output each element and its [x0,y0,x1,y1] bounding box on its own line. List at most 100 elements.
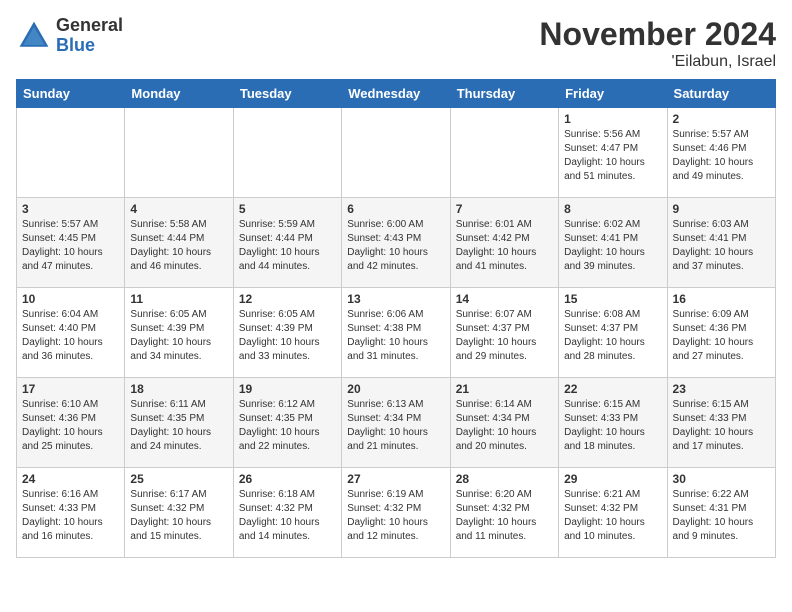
day-number: 20 [347,382,444,396]
calendar-cell: 23 Sunrise: 6:15 AM Sunset: 4:33 PM Dayli… [667,378,775,468]
calendar-cell: 12 Sunrise: 6:05 AM Sunset: 4:39 PM Dayli… [233,288,341,378]
day-number: 21 [456,382,553,396]
day-info: Sunrise: 6:09 AM Sunset: 4:36 PM Dayligh… [673,308,770,364]
day-info: Sunrise: 5:58 AM Sunset: 4:44 PM Dayligh… [130,218,227,274]
day-info: Sunrise: 6:08 AM Sunset: 4:37 PM Dayligh… [564,308,661,364]
day-number: 25 [130,472,227,486]
weekday-header-friday: Friday [559,80,667,108]
calendar-cell: 24 Sunrise: 6:16 AM Sunset: 4:33 PM Dayli… [17,468,125,558]
header: General Blue November 2024 'Eilabun, Isr… [16,16,776,71]
day-number: 2 [673,112,770,126]
weekday-header-sunday: Sunday [17,80,125,108]
day-info: Sunrise: 6:02 AM Sunset: 4:41 PM Dayligh… [564,218,661,274]
day-number: 29 [564,472,661,486]
day-info: Sunrise: 6:05 AM Sunset: 4:39 PM Dayligh… [239,308,336,364]
day-number: 18 [130,382,227,396]
day-info: Sunrise: 6:05 AM Sunset: 4:39 PM Dayligh… [130,308,227,364]
calendar-cell: 2 Sunrise: 5:57 AM Sunset: 4:46 PM Daylig… [667,108,775,198]
calendar-cell: 14 Sunrise: 6:07 AM Sunset: 4:37 PM Dayli… [450,288,558,378]
weekday-header-wednesday: Wednesday [342,80,450,108]
day-number: 12 [239,292,336,306]
calendar-cell: 6 Sunrise: 6:00 AM Sunset: 4:43 PM Daylig… [342,198,450,288]
day-number: 4 [130,202,227,216]
day-info: Sunrise: 6:07 AM Sunset: 4:37 PM Dayligh… [456,308,553,364]
day-number: 5 [239,202,336,216]
calendar-cell: 11Sunrise: 6:05 AM Sunset: 4:39 PM Dayli… [125,288,233,378]
title-area: November 2024 'Eilabun, Israel [539,16,776,71]
week-row-2: 3Sunrise: 5:57 AM Sunset: 4:45 PM Daylig… [17,198,776,288]
weekday-header-row: SundayMondayTuesdayWednesdayThursdayFrid… [17,80,776,108]
day-info: Sunrise: 6:16 AM Sunset: 4:33 PM Dayligh… [22,488,119,544]
day-info: Sunrise: 6:13 AM Sunset: 4:34 PM Dayligh… [347,398,444,454]
day-info: Sunrise: 6:19 AM Sunset: 4:32 PM Dayligh… [347,488,444,544]
day-info: Sunrise: 6:20 AM Sunset: 4:32 PM Dayligh… [456,488,553,544]
week-row-1: 1Sunrise: 5:56 AM Sunset: 4:47 PM Daylig… [17,108,776,198]
calendar-cell: 25 Sunrise: 6:17 AM Sunset: 4:32 PM Dayli… [125,468,233,558]
day-number: 10 [22,292,119,306]
day-number: 15 [564,292,661,306]
day-number: 16 [673,292,770,306]
calendar-cell: 3Sunrise: 5:57 AM Sunset: 4:45 PM Daylig… [17,198,125,288]
day-number: 9 [673,202,770,216]
day-info: Sunrise: 6:18 AM Sunset: 4:32 PM Dayligh… [239,488,336,544]
day-number: 6 [347,202,444,216]
day-number: 23 [673,382,770,396]
day-info: Sunrise: 6:06 AM Sunset: 4:38 PM Dayligh… [347,308,444,364]
calendar-cell: 22 Sunrise: 6:15 AM Sunset: 4:33 PM Dayli… [559,378,667,468]
calendar-cell: 1Sunrise: 5:56 AM Sunset: 4:47 PM Daylig… [559,108,667,198]
day-number: 24 [22,472,119,486]
calendar-cell: 17Sunrise: 6:10 AM Sunset: 4:36 PM Dayli… [17,378,125,468]
calendar-cell: 20 Sunrise: 6:13 AM Sunset: 4:34 PM Dayli… [342,378,450,468]
calendar-cell: 5 Sunrise: 5:59 AM Sunset: 4:44 PM Daylig… [233,198,341,288]
calendar-cell: 30Sunrise: 6:22 AM Sunset: 4:31 PM Dayli… [667,468,775,558]
day-info: Sunrise: 6:01 AM Sunset: 4:42 PM Dayligh… [456,218,553,274]
day-info: Sunrise: 6:11 AM Sunset: 4:35 PM Dayligh… [130,398,227,454]
calendar-cell: 27 Sunrise: 6:19 AM Sunset: 4:32 PM Dayli… [342,468,450,558]
weekday-header-saturday: Saturday [667,80,775,108]
calendar-cell: 4 Sunrise: 5:58 AM Sunset: 4:44 PM Daylig… [125,198,233,288]
day-info: Sunrise: 6:15 AM Sunset: 4:33 PM Dayligh… [673,398,770,454]
weekday-header-thursday: Thursday [450,80,558,108]
day-info: Sunrise: 6:10 AM Sunset: 4:36 PM Dayligh… [22,398,119,454]
month-title: November 2024 [539,16,776,53]
day-info: Sunrise: 6:22 AM Sunset: 4:31 PM Dayligh… [673,488,770,544]
day-number: 13 [347,292,444,306]
calendar-cell [342,108,450,198]
calendar-cell: 9Sunrise: 6:03 AM Sunset: 4:41 PM Daylig… [667,198,775,288]
day-info: Sunrise: 5:59 AM Sunset: 4:44 PM Dayligh… [239,218,336,274]
logo-general-text: General [56,16,123,36]
day-info: Sunrise: 6:14 AM Sunset: 4:34 PM Dayligh… [456,398,553,454]
calendar-cell: 18 Sunrise: 6:11 AM Sunset: 4:35 PM Dayli… [125,378,233,468]
day-number: 26 [239,472,336,486]
calendar-cell: 16 Sunrise: 6:09 AM Sunset: 4:36 PM Dayli… [667,288,775,378]
day-info: Sunrise: 6:21 AM Sunset: 4:32 PM Dayligh… [564,488,661,544]
weekday-header-monday: Monday [125,80,233,108]
week-row-4: 17Sunrise: 6:10 AM Sunset: 4:36 PM Dayli… [17,378,776,468]
day-number: 28 [456,472,553,486]
calendar-cell: 13 Sunrise: 6:06 AM Sunset: 4:38 PM Dayli… [342,288,450,378]
day-info: Sunrise: 6:00 AM Sunset: 4:43 PM Dayligh… [347,218,444,274]
day-info: Sunrise: 6:15 AM Sunset: 4:33 PM Dayligh… [564,398,661,454]
calendar-cell [17,108,125,198]
logo-icon [16,18,52,54]
weekday-header-tuesday: Tuesday [233,80,341,108]
week-row-5: 24 Sunrise: 6:16 AM Sunset: 4:33 PM Dayli… [17,468,776,558]
logo: General Blue [16,16,123,56]
calendar-cell: 28 Sunrise: 6:20 AM Sunset: 4:32 PM Dayli… [450,468,558,558]
calendar-cell: 19 Sunrise: 6:12 AM Sunset: 4:35 PM Dayli… [233,378,341,468]
logo-blue-text: Blue [56,36,123,56]
week-row-3: 10 Sunrise: 6:04 AM Sunset: 4:40 PM Dayli… [17,288,776,378]
day-number: 27 [347,472,444,486]
day-number: 14 [456,292,553,306]
day-number: 3 [22,202,119,216]
calendar-cell [450,108,558,198]
calendar-cell [125,108,233,198]
day-number: 19 [239,382,336,396]
day-number: 22 [564,382,661,396]
day-info: Sunrise: 6:04 AM Sunset: 4:40 PM Dayligh… [22,308,119,364]
calendar-cell: 7Sunrise: 6:01 AM Sunset: 4:42 PM Daylig… [450,198,558,288]
calendar-table: SundayMondayTuesdayWednesdayThursdayFrid… [16,79,776,558]
day-info: Sunrise: 5:57 AM Sunset: 4:46 PM Dayligh… [673,128,770,184]
day-info: Sunrise: 6:17 AM Sunset: 4:32 PM Dayligh… [130,488,227,544]
day-info: Sunrise: 6:12 AM Sunset: 4:35 PM Dayligh… [239,398,336,454]
